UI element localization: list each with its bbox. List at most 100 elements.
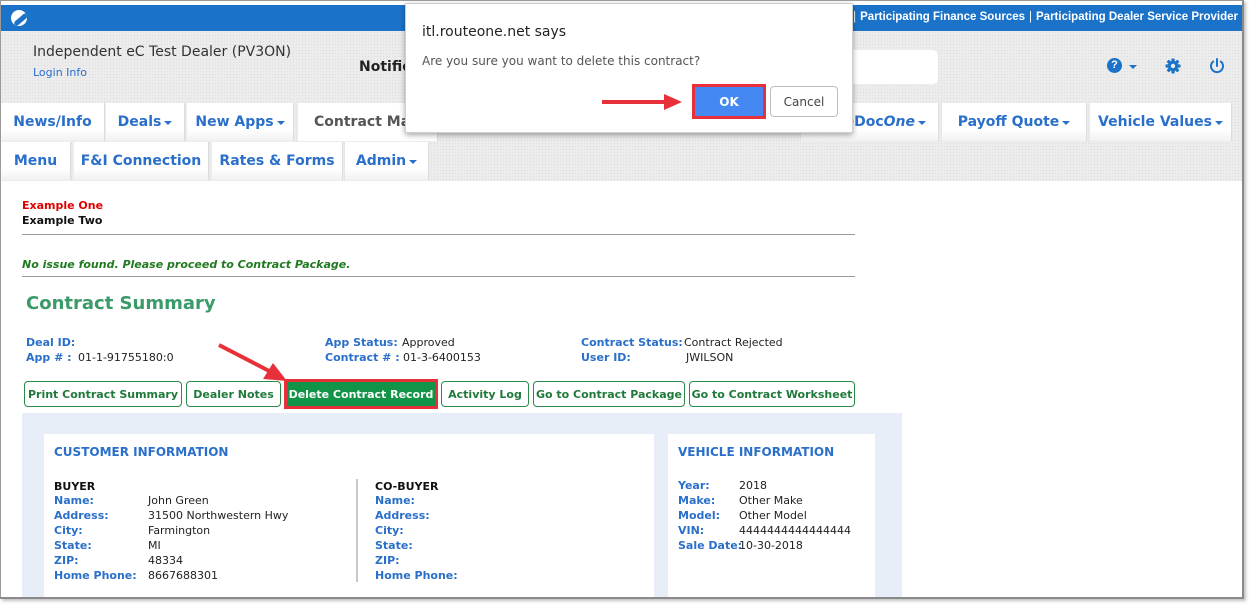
tab-deals[interactable]: Deals [106,103,185,141]
detail-row: Home Phone: [375,568,469,583]
contract-status-field: Contract Status:Contract Rejected [581,336,783,349]
detail-label: Name: [375,494,415,507]
browser-window: ome|Participating Finance Sources|Partic… [0,0,1244,599]
detail-row: City: Farmington [54,523,210,538]
detail-label: State: [375,539,413,552]
detail-row: State: [375,538,469,553]
detail-row: Home Phone: 8667688301 [54,568,218,583]
tab-payoff-quote[interactable]: Payoff Quote [942,103,1087,141]
detail-row: State: MI [54,538,161,553]
customer-information-title: CUSTOMER INFORMATION [54,445,229,459]
detail-label: VIN: [678,524,705,537]
login-info-link[interactable]: Login Info [33,66,87,79]
print-contract-summary-button[interactable]: Print Contract Summary [24,381,182,407]
detail-label: Year: [678,479,710,492]
status-message: No issue found. Please proceed to Contra… [22,258,351,271]
tab-new-apps[interactable]: New Apps [187,103,294,141]
detail-value: Other Make [739,494,803,507]
help-icon[interactable]: ? [1107,57,1125,75]
detail-row: Address: 31500 Northwestern Hwy [54,508,288,523]
detail-label: Model: [678,509,721,522]
example-two-link[interactable]: Example Two [22,214,102,227]
annotation-arrow-icon [218,343,287,381]
detail-label: Name: [54,494,94,507]
buyer-cobuyer-divider [356,479,358,582]
detail-value: Other Model [739,509,807,522]
detail-row: Year: 2018 [678,478,767,493]
detail-label: Address: [375,509,430,522]
chevron-down-icon [276,121,285,125]
dealer-name: Independent eC Test Dealer (PV3ON) [33,44,292,60]
help-dropdown-caret-icon[interactable] [1129,65,1137,69]
chevron-down-icon [409,160,418,164]
top-link-finance-sources[interactable]: Participating Finance Sources [860,11,1025,23]
detail-row: Name: John Green [54,493,209,508]
detail-row: Model: Other Model [678,508,807,523]
app-status-field: App Status: Approved [325,336,455,349]
dealer-notes-button[interactable]: Dealer Notes [186,381,281,407]
vehicle-information-title: VEHICLE INFORMATION [678,445,835,459]
detail-value: 8667688301 [148,569,218,582]
detail-label: Home Phone: [54,569,137,582]
cobuyer-heading: CO-BUYER [375,480,439,493]
divider [22,276,855,277]
page-title: Contract Summary [26,293,216,314]
tab-menu[interactable]: Menu [1,142,71,180]
dialog-cancel-button[interactable]: Cancel [770,86,838,117]
detail-label: City: [375,524,404,537]
detail-label: City: [54,524,83,537]
chevron-down-icon [1062,121,1071,125]
detail-row: Sale Date:10-30-2018 [678,538,803,553]
detail-label: Address: [54,509,109,522]
detail-value: MI [148,539,161,552]
tab-news-info[interactable]: News/Info [1,103,105,141]
tab-admin[interactable]: Admin [345,142,429,180]
contract-number-field: Contract # :01-3-6400153 [325,351,481,364]
detail-value: 48334 [148,554,183,567]
detail-row: ZIP: [375,553,469,568]
chevron-down-icon [1214,121,1223,125]
top-links: ome|Participating Finance Sources|Partic… [825,11,1238,23]
detail-label: Home Phone: [375,569,458,582]
dialog-title: itl.routeone.net says [422,24,567,40]
detail-label: Make: [678,494,716,507]
power-icon[interactable] [1208,57,1226,75]
routeone-logo-icon[interactable] [11,10,27,26]
tab-fi-connection[interactable]: F&I Connection [74,142,209,180]
activity-log-button[interactable]: Activity Log [441,381,529,407]
detail-value: 31500 Northwestern Hwy [148,509,289,522]
go-to-contract-worksheet-button[interactable]: Go to Contract Worksheet [689,381,855,407]
top-link-dealer-service-provider[interactable]: Participating Dealer Service Provider [1036,11,1238,23]
dialog-ok-button[interactable]: OK [692,84,766,119]
detail-row: ZIP: 48334 [54,553,183,568]
detail-row: Address: [375,508,469,523]
detail-value: 10-30-2018 [739,539,803,552]
tab-vehicle-values[interactable]: Vehicle Values [1090,103,1232,141]
gear-icon[interactable] [1164,57,1182,75]
detail-value: Farmington [148,524,211,537]
detail-value: 2018 [739,479,767,492]
divider [22,234,855,235]
tab-rates-forms[interactable]: Rates & Forms [212,142,343,180]
go-to-contract-package-button[interactable]: Go to Contract Package [533,381,685,407]
deal-id-field: Deal ID: [26,336,76,349]
detail-row: City: [375,523,469,538]
example-one-link[interactable]: Example One [22,199,103,212]
detail-label: ZIP: [375,554,400,567]
annotation-arrow-icon [602,94,682,110]
user-id-field: User ID: JWILSON [581,351,734,364]
delete-contract-record-button[interactable]: Delete Contract Record [284,379,438,409]
detail-row: Make: Other Make [678,493,803,508]
chevron-down-icon [918,121,926,125]
detail-label: State: [54,539,92,552]
detail-row: VIN: 4444444444444444 [678,523,851,538]
dialog-message: Are you sure you want to delete this con… [422,54,701,68]
detail-value: John Green [148,494,209,507]
notifications-label[interactable]: Notific [359,59,411,75]
detail-row: Name: [375,493,469,508]
detail-label: Sale Date: [678,539,743,552]
detail-label: ZIP: [54,554,79,567]
app-number-field: App # :01-1-91755180:0 [26,351,174,364]
detail-value: 4444444444444444 [739,524,851,537]
confirm-dialog: itl.routeone.net says Are you sure you w… [405,3,853,133]
